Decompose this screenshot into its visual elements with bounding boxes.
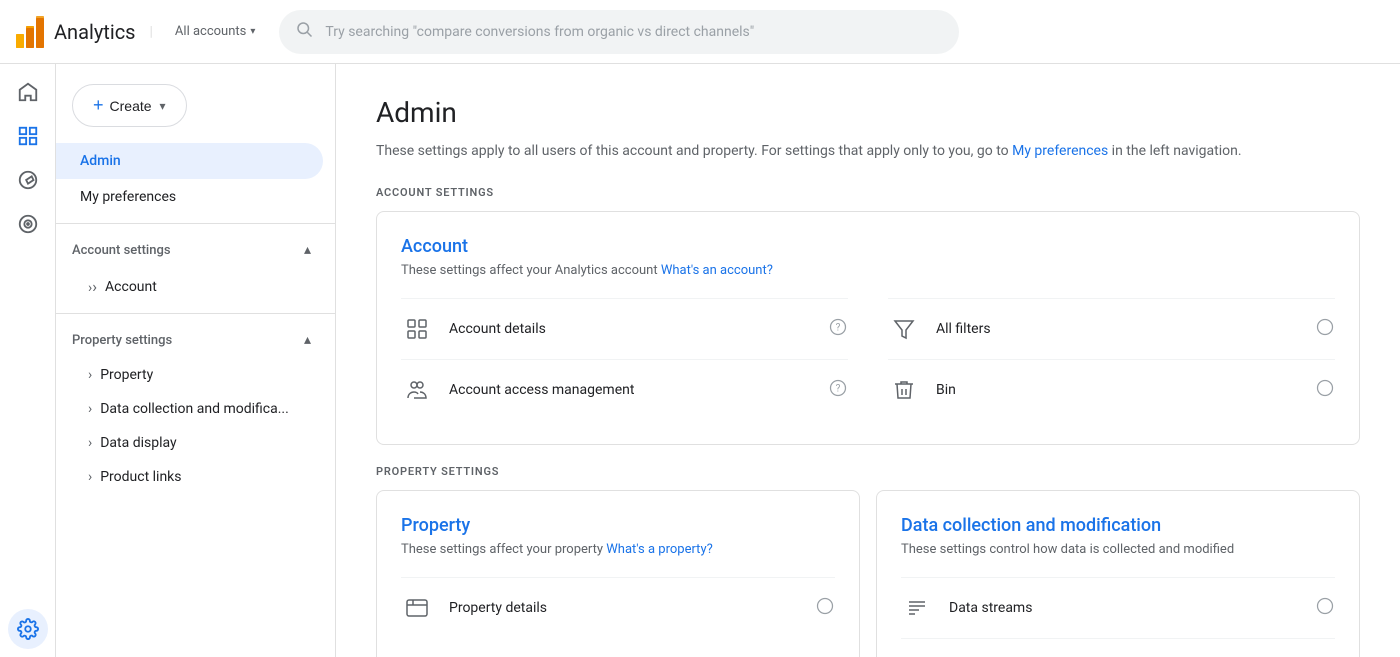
- nav-divider-1: [56, 223, 335, 224]
- account-details-row[interactable]: Account details ?: [401, 298, 848, 359]
- account-access-label: Account access management: [449, 382, 828, 398]
- explore-icon[interactable]: [8, 160, 48, 200]
- nav-sidebar: + Create ▾ Admin My preferences Account …: [56, 64, 336, 657]
- settings-icon[interactable]: [8, 609, 48, 649]
- home-icon[interactable]: [8, 72, 48, 112]
- data-streams-help-icon[interactable]: [1315, 596, 1335, 621]
- nav-my-preferences[interactable]: My preferences: [56, 179, 323, 215]
- property-settings-collapse-icon: ▴: [304, 332, 311, 348]
- app-title: Analytics: [54, 20, 136, 44]
- property-settings-label: PROPERTY SETTINGS: [376, 465, 1360, 478]
- product-links-expand-icon: ›: [88, 469, 92, 485]
- property-cards-row: Property These settings affect your prop…: [376, 490, 1360, 657]
- account-access-help-icon[interactable]: ?: [828, 378, 848, 403]
- data-streams-icon: [901, 592, 933, 624]
- nav-property[interactable]: › Property: [56, 358, 335, 392]
- account-access-row[interactable]: Account access management ?: [401, 359, 848, 420]
- bin-icon: [888, 374, 920, 406]
- account-settings-label: ACCOUNT SETTINGS: [376, 186, 1360, 199]
- property-expand-icon: ›: [88, 367, 92, 383]
- property-settings-section[interactable]: Property settings ▴: [56, 322, 335, 358]
- data-streams-label: Data streams: [949, 600, 1315, 616]
- search-bar[interactable]: Try searching "compare conversions from …: [279, 10, 959, 54]
- bin-label: Bin: [936, 382, 1315, 398]
- page-description: These settings apply to all users of thi…: [376, 141, 1360, 162]
- bin-row[interactable]: Bin: [888, 359, 1335, 420]
- data-collection-card-title: Data collection and modification: [901, 515, 1335, 536]
- all-filters-row[interactable]: All filters: [888, 298, 1335, 359]
- icon-rail: [0, 64, 56, 657]
- nav-product-links[interactable]: › Product links: [56, 460, 335, 494]
- bin-help-icon[interactable]: [1315, 378, 1335, 403]
- nav-data-display[interactable]: › Data display: [56, 426, 335, 460]
- data-collection-row[interactable]: Data collection: [901, 638, 1335, 657]
- account-card-desc: These settings affect your Analytics acc…: [401, 263, 1335, 278]
- property-card-desc: These settings affect your property What…: [401, 542, 835, 557]
- data-collection-card-desc: These settings control how data is colle…: [901, 542, 1335, 557]
- account-card-title: Account: [401, 236, 1335, 257]
- plus-icon: +: [93, 95, 104, 116]
- account-settings-section[interactable]: Account settings ▴: [56, 232, 335, 268]
- svg-text:?: ?: [836, 322, 841, 333]
- account-details-label: Account details: [449, 321, 828, 337]
- nav-admin[interactable]: Admin: [56, 143, 323, 179]
- search-placeholder: Try searching "compare conversions from …: [325, 24, 754, 40]
- analytics-logo: [16, 16, 44, 48]
- page-title: Admin: [376, 96, 1360, 129]
- property-details-label: Property details: [449, 600, 815, 616]
- my-preferences-link[interactable]: My preferences: [1012, 143, 1108, 159]
- data-collection-icon: [901, 653, 933, 657]
- account-selector[interactable]: All accounts ▾: [167, 20, 263, 43]
- account-details-help-icon[interactable]: ?: [828, 317, 848, 342]
- create-chevron-icon: ▾: [160, 99, 166, 113]
- account-settings-collapse-icon: ▴: [304, 242, 311, 258]
- account-card: Account These settings affect your Analy…: [376, 211, 1360, 445]
- account-details-icon: [401, 313, 433, 345]
- property-details-row[interactable]: Property details: [401, 577, 835, 638]
- whats-account-link[interactable]: What's an account?: [661, 263, 773, 278]
- account-expand-icon: ›: [88, 277, 97, 296]
- all-filters-label: All filters: [936, 321, 1315, 337]
- property-card: Property These settings affect your prop…: [376, 490, 860, 657]
- data-streams-row[interactable]: Data streams: [901, 577, 1335, 638]
- content-area: Admin These settings apply to all users …: [336, 64, 1400, 657]
- account-access-icon: [401, 374, 433, 406]
- nav-account[interactable]: › Account: [56, 268, 335, 305]
- property-details-icon: [401, 592, 433, 624]
- search-icon: [295, 20, 313, 43]
- property-card-title: Property: [401, 515, 835, 536]
- advertising-icon[interactable]: [8, 204, 48, 244]
- create-button[interactable]: + Create ▾: [72, 84, 187, 127]
- data-collection-expand-icon: ›: [88, 401, 92, 417]
- data-display-expand-icon: ›: [88, 435, 92, 451]
- all-filters-icon: [888, 313, 920, 345]
- property-details-help-icon[interactable]: [815, 596, 835, 621]
- data-collection-card: Data collection and modification These s…: [876, 490, 1360, 657]
- nav-data-collection[interactable]: › Data collection and modifica...: [56, 392, 335, 426]
- reports-icon[interactable]: [8, 116, 48, 156]
- account-chevron-icon: ▾: [250, 26, 255, 37]
- all-filters-help-icon[interactable]: [1315, 317, 1335, 342]
- whats-property-link[interactable]: What's a property?: [606, 542, 712, 557]
- svg-text:?: ?: [836, 383, 841, 394]
- nav-divider-2: [56, 313, 335, 314]
